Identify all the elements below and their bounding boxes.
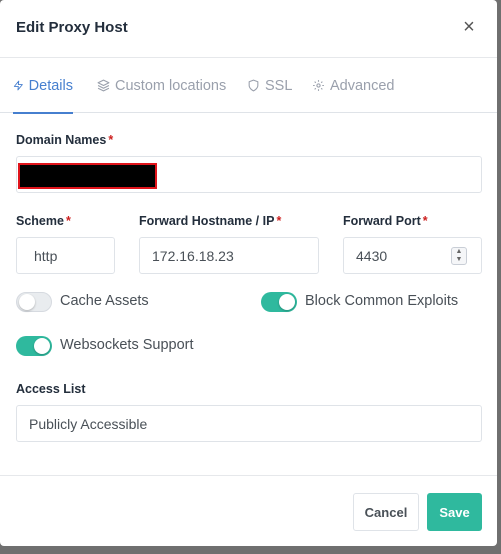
toggle-knob — [279, 294, 295, 310]
tab-custom-locations[interactable]: Custom locations — [97, 58, 226, 113]
port-stepper-icon[interactable]: ▲ ▼ — [451, 247, 467, 265]
close-icon[interactable]: × — [459, 16, 479, 38]
tab-advanced-label: Advanced — [330, 77, 395, 94]
required-marker: * — [65, 214, 71, 228]
gear-icon — [313, 80, 324, 91]
access-list-select[interactable]: Publicly Accessible — [16, 405, 482, 442]
toggle-knob — [19, 294, 35, 310]
access-list-value: Publicly Accessible — [29, 415, 148, 432]
dialog-title: Edit Proxy Host — [16, 19, 128, 36]
block-exploits-label: Block Common Exploits — [305, 293, 459, 309]
required-marker: * — [422, 214, 428, 228]
toggle-knob — [34, 338, 50, 354]
tab-ssl-label: SSL — [265, 77, 293, 94]
forward-hostname-label: Forward Hostname / IP * — [139, 214, 281, 228]
tab-bar: Details Custom locations SSL Advanced — [0, 58, 497, 114]
cache-assets-toggle[interactable] — [16, 292, 52, 312]
forward-port-value: 4430 — [356, 247, 388, 264]
websockets-toggle[interactable] — [16, 336, 52, 356]
save-button[interactable]: Save — [427, 493, 482, 531]
tab-advanced[interactable]: Advanced — [312, 58, 395, 113]
forward-port-label: Forward Port * — [343, 214, 428, 228]
shield-icon — [248, 79, 259, 92]
required-marker: * — [276, 214, 282, 228]
access-list-label: Access List — [16, 382, 86, 396]
dialog-footer: Cancel Save — [0, 475, 497, 546]
forward-hostname-value: 172.16.18.23 — [152, 247, 234, 264]
lightning-icon — [13, 80, 23, 91]
scheme-value: http — [34, 247, 58, 264]
dialog-header: Edit Proxy Host × — [0, 0, 497, 58]
forward-hostname-label-text: Forward Hostname / IP — [139, 214, 275, 228]
cache-assets-label: Cache Assets — [60, 293, 149, 309]
tab-custom-locations-label: Custom locations — [115, 77, 227, 94]
domain-names-label: Domain Names * — [16, 133, 113, 147]
layers-icon — [97, 79, 110, 92]
tab-ssl[interactable]: SSL — [247, 58, 292, 113]
required-marker: * — [108, 133, 114, 147]
forward-port-input[interactable]: 4430 ▲ ▼ — [343, 237, 482, 274]
scheme-input[interactable]: http — [16, 237, 115, 274]
tab-details[interactable]: Details — [13, 58, 73, 114]
scheme-label-text: Scheme — [16, 214, 64, 228]
forward-hostname-input[interactable]: 172.16.18.23 — [139, 237, 319, 274]
scheme-label: Scheme * — [16, 214, 71, 228]
websockets-label: Websockets Support — [60, 337, 194, 353]
block-exploits-toggle[interactable] — [261, 292, 297, 312]
tab-details-label: Details — [28, 77, 73, 94]
cancel-button[interactable]: Cancel — [353, 493, 419, 531]
redacted-domain — [18, 163, 157, 189]
domain-names-label-text: Domain Names — [16, 133, 107, 147]
edit-proxy-host-dialog: Edit Proxy Host × Details Custom locatio… — [0, 0, 497, 546]
forward-port-label-text: Forward Port — [343, 214, 421, 228]
